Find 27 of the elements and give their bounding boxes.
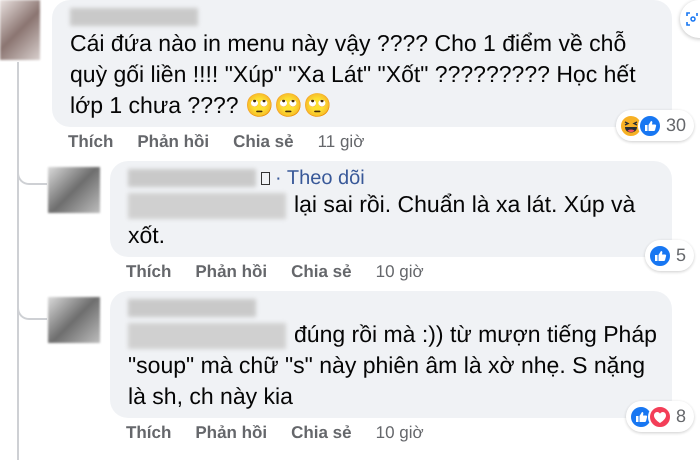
comment-action-link[interactable]: Thích (126, 259, 172, 285)
reaction-count: 5 (676, 244, 687, 267)
scan-icon (686, 12, 698, 26)
reaction-summary[interactable]: 8 (626, 401, 694, 432)
follow-link[interactable]: · Theo dõi (275, 163, 365, 193)
comment-action-link[interactable]: Chia sẻ (233, 129, 294, 155)
comment-action-link[interactable]: Thích (68, 129, 114, 155)
like-icon (648, 244, 672, 268)
comment-action-link[interactable]: Phản hồi (195, 259, 268, 285)
blurred-avatar (48, 297, 100, 343)
comment-action-link[interactable]: Thích (126, 420, 172, 446)
comment-action-link[interactable]: Phản hồi (137, 129, 210, 155)
reaction-count: 8 (676, 405, 687, 428)
blurred-avatar (48, 167, 100, 213)
comment-action-link[interactable]: Phản hồi (195, 420, 268, 446)
reaction-summary[interactable]: 30 (616, 110, 694, 141)
comment-time: 10 giờ (376, 261, 424, 284)
comment-action-link[interactable]: Chia sẻ (291, 259, 352, 285)
reaction-summary[interactable]: 5 (644, 240, 694, 271)
comment-action-link[interactable]: Chia sẻ (291, 420, 352, 446)
comment-time: 10 giờ (376, 422, 424, 444)
blurred-avatar (0, 0, 40, 60)
badge-icon (261, 172, 270, 184)
comment-time: 11 giờ (318, 131, 364, 154)
like-icon (638, 114, 662, 138)
comment-text: lại sai rồi. Chuẩn là xa lát. Xúp và xốt. (128, 190, 636, 250)
reaction-count: 30 (666, 114, 687, 137)
